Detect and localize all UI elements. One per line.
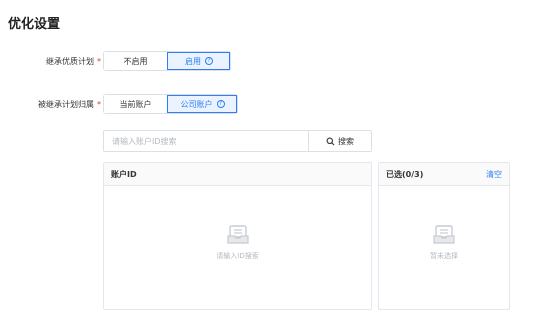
account-list-empty-text: 请输入ID搜索 bbox=[216, 252, 259, 260]
search-icon bbox=[326, 137, 335, 145]
required-mark: * bbox=[97, 100, 101, 109]
required-mark: * bbox=[97, 57, 101, 66]
inherit-plan-label: 继承优质计划 * bbox=[10, 56, 101, 67]
company-account-option-label: 公司账户 bbox=[180, 99, 213, 109]
search-button[interactable]: 搜索 bbox=[309, 130, 372, 152]
plan-owner-label: 被继承计划归属 * bbox=[10, 99, 101, 110]
empty-inbox-icon bbox=[226, 225, 249, 244]
disable-option-button[interactable]: 不启用 bbox=[104, 52, 167, 70]
inherit-plan-toggle: 不启用 启用 ? bbox=[103, 51, 231, 71]
company-account-option-button[interactable]: 公司账户 ? bbox=[167, 95, 237, 113]
selected-count: 已选(0/3) bbox=[386, 169, 424, 179]
selected-empty-text: 暂未选择 bbox=[430, 252, 458, 260]
account-id-column-header: 账户ID bbox=[111, 169, 137, 179]
empty-inbox-icon bbox=[433, 225, 455, 244]
help-icon[interactable]: ? bbox=[205, 57, 213, 65]
account-list-panel: 账户ID 请输入ID搜索 bbox=[103, 162, 372, 310]
optimization-settings-page: 优化设置 继承优质计划 * 不启用 启用 ? 被继承计划归属 * 当前账户 公司账户… bbox=[0, 0, 544, 317]
enable-option-button[interactable]: 启用 ? bbox=[167, 52, 230, 70]
plan-owner-toggle: 当前账户 公司账户 ? bbox=[103, 94, 238, 114]
selected-empty-state: 暂未选择 bbox=[379, 225, 509, 261]
account-list-header: 账户ID bbox=[104, 163, 371, 186]
selected-panel-header: 已选(0/3) 清空 bbox=[379, 163, 509, 186]
page-title: 优化设置 bbox=[8, 17, 61, 32]
account-id-search-input[interactable] bbox=[103, 130, 309, 152]
inherit-plan-label-text: 继承优质计划 bbox=[46, 57, 94, 66]
current-account-option-label: 当前账户 bbox=[119, 99, 152, 109]
clear-button[interactable]: 清空 bbox=[486, 169, 502, 180]
help-icon[interactable]: ? bbox=[216, 100, 225, 108]
search-button-label: 搜索 bbox=[338, 136, 354, 146]
account-list-empty-state: 请输入ID搜索 bbox=[104, 225, 371, 261]
disable-option-label: 不启用 bbox=[123, 56, 148, 66]
enable-option-label: 启用 bbox=[185, 56, 201, 66]
selected-panel: 已选(0/3) 清空 暂未选择 bbox=[378, 162, 510, 310]
plan-owner-label-text: 被继承计划归属 bbox=[38, 100, 94, 109]
current-account-option-button[interactable]: 当前账户 bbox=[104, 95, 167, 113]
